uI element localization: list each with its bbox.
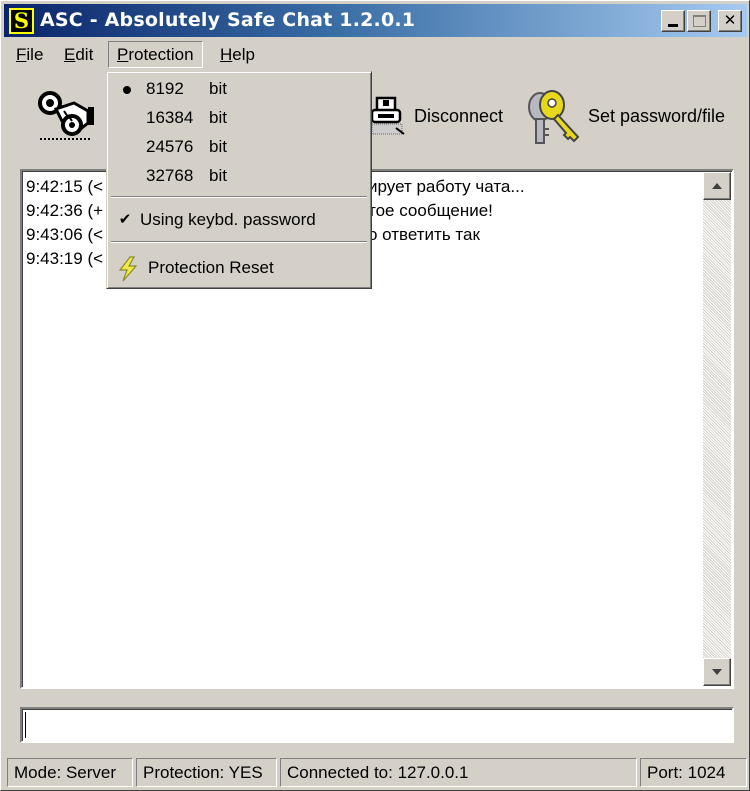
key-size-unit: bit [209, 137, 227, 156]
status-protection: Protection: YES [136, 758, 277, 787]
chat-line-time: 9:42:15 (< [26, 177, 104, 196]
disconnect-button[interactable]: Disconnect [368, 81, 503, 151]
menu-separator [111, 196, 367, 198]
menu-item-keyboard-password[interactable]: ✔ Using keybd. password [110, 206, 368, 234]
chat-line-time: 9:43:06 (< [26, 225, 104, 244]
radio-bullet-icon [123, 86, 131, 94]
key-size-value: 24576 [146, 137, 194, 156]
menu-protection[interactable]: Protection [108, 41, 203, 68]
menu-help-label: elp [232, 45, 255, 64]
maximize-icon [693, 15, 706, 27]
menu-item-8192-bit[interactable]: 8192 bit [110, 75, 368, 103]
arrow-down-icon [712, 669, 722, 675]
connect-plug-icon [38, 91, 94, 140]
protection-reset-label: Protection Reset [148, 258, 274, 277]
menu-edit[interactable]: Edit [56, 41, 101, 68]
menu-item-32768-bit[interactable]: 32768 bit [110, 162, 368, 190]
chat-line-text: тое сообщение! [368, 201, 493, 220]
window-title: ASC - Absolutely Safe Chat 1.2.0.1 [40, 9, 416, 31]
menu-edit-mnemonic: E [64, 45, 76, 64]
disconnect-label: Disconnect [414, 105, 504, 126]
minimize-icon [668, 24, 678, 27]
scroll-down-button[interactable] [703, 658, 731, 686]
set-password-button[interactable]: Set password/file [522, 81, 725, 151]
menu-bar: File Edit Protection Help [4, 39, 747, 69]
scroll-up-button[interactable] [703, 172, 731, 200]
menu-file-mnemonic: F [16, 45, 27, 64]
key-size-unit: bit [209, 166, 227, 185]
keys-icon [528, 90, 580, 144]
chat-log-scrollbar[interactable] [703, 172, 731, 686]
minimize-button[interactable] [661, 10, 685, 32]
chat-line-time: 9:43:19 (< [26, 249, 104, 268]
message-input[interactable] [20, 707, 734, 743]
menu-protection-mnemonic: P [117, 45, 129, 64]
key-size-value: 8192 [146, 79, 184, 98]
menu-help[interactable]: Help [212, 41, 263, 68]
checkmark-icon: ✔ [118, 211, 132, 228]
app-window: S ASC - Absolutely Safe Chat 1.2.0.1 ✕ F… [0, 0, 750, 791]
disconnect-icon [370, 96, 405, 135]
key-size-value: 32768 [146, 166, 194, 185]
menu-item-protection-reset[interactable]: Protection Reset [110, 254, 368, 282]
text-caret [25, 712, 26, 738]
status-mode: Mode: Server [7, 758, 133, 787]
maximize-button[interactable] [687, 10, 711, 32]
menu-item-16384-bit[interactable]: 16384 bit [110, 104, 368, 132]
app-icon[interactable]: S [9, 8, 34, 34]
set-password-label: Set password/file [588, 105, 726, 126]
menu-help-mnemonic: H [220, 45, 233, 64]
key-size-unit: bit [209, 79, 227, 98]
status-port: Port: 1024 [640, 758, 747, 787]
arrow-up-icon [712, 183, 722, 189]
chat-line-text: ирует работу чата... [368, 177, 525, 196]
key-size-value: 16384 [146, 108, 194, 127]
menu-item-24576-bit[interactable]: 24576 bit [110, 133, 368, 161]
menu-protection-label: rotection [128, 45, 194, 64]
close-button[interactable]: ✕ [718, 10, 742, 32]
title-bar[interactable]: S ASC - Absolutely Safe Chat 1.2.0.1 ✕ [4, 4, 747, 37]
lightning-icon [118, 256, 138, 282]
menu-edit-label: dit [75, 45, 94, 64]
keyboard-password-label: Using keybd. password [140, 210, 316, 229]
status-connected: Connected to: 127.0.0.1 [280, 758, 637, 787]
chat-line-text: о ответить так [368, 225, 480, 244]
chat-line-time: 9:42:36 (+ [26, 201, 104, 220]
menu-separator [111, 241, 367, 243]
close-icon: ✕ [723, 11, 737, 29]
protection-menu: 8192 bit 16384 bit 24576 bit 32768 bit ✔… [106, 71, 372, 289]
connect-button[interactable] [34, 81, 114, 151]
status-bar: Mode: Server Protection: YES Connected t… [4, 758, 747, 788]
key-size-unit: bit [209, 108, 227, 127]
menu-file[interactable]: File [8, 41, 51, 68]
menu-file-label: ile [26, 45, 44, 64]
